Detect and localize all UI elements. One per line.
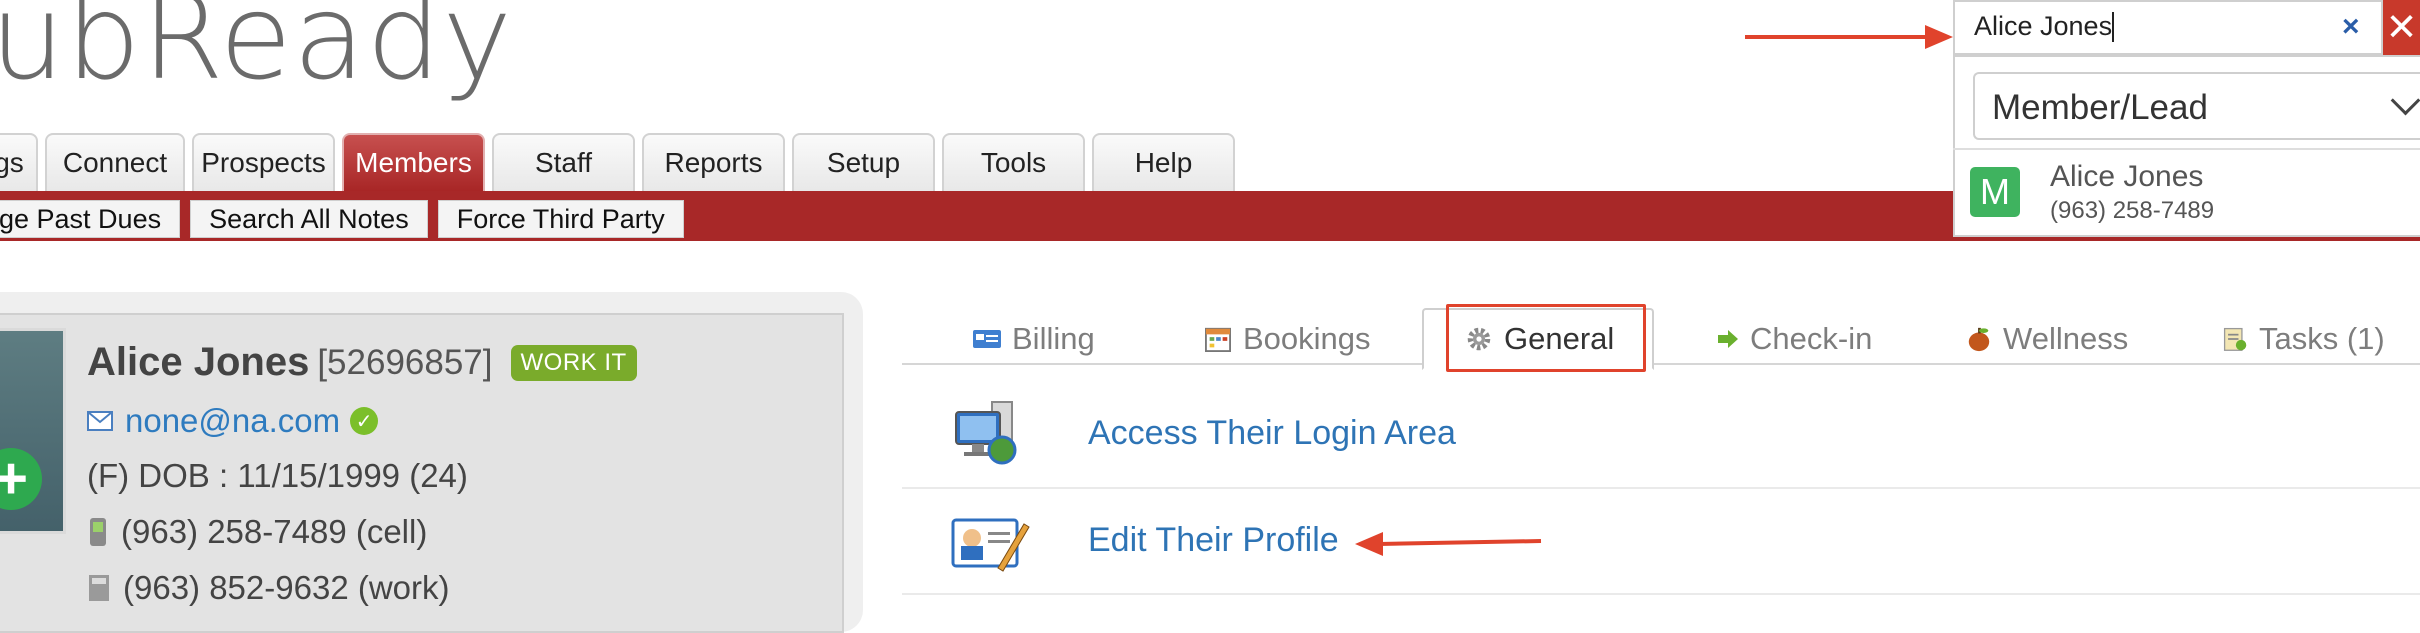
member-name: Alice Jones xyxy=(87,340,310,384)
tab-bookings-partial[interactable]: gs xyxy=(0,133,38,191)
general-tab-highlight xyxy=(1446,304,1646,372)
member-email-line: none@na.com ✓ xyxy=(87,402,379,440)
edit-profile-link[interactable]: Edit Their Profile xyxy=(1088,521,1339,560)
app-logo: ubReady xyxy=(0,0,514,106)
member-name-line: Alice Jones [52696857] WORK IT xyxy=(87,340,637,385)
text-cursor xyxy=(2112,12,2114,42)
tab-wellness-label: Wellness xyxy=(2003,321,2129,356)
member-work-line: (963) 852-9632 (work) xyxy=(87,569,450,607)
row-divider xyxy=(902,593,2420,595)
member-cell-line: (963) 258-7489 (cell) xyxy=(87,513,427,551)
row-divider xyxy=(902,487,2420,489)
access-login-area-link[interactable]: Access Their Login Area xyxy=(1088,414,1456,453)
dropdown-divider xyxy=(1953,148,2420,150)
computer-globe-icon xyxy=(955,401,1017,465)
verified-check-icon: ✓ xyxy=(350,407,379,435)
cell-phone-icon xyxy=(90,518,106,546)
member-id: [52696857] xyxy=(317,342,493,382)
edit-profile-icon xyxy=(951,518,1030,572)
sub-tab-search-all-notes[interactable]: Search All Notes xyxy=(190,200,428,238)
sub-nav: ge Past Dues Search All Notes Force Thir… xyxy=(0,200,694,238)
member-cell: (963) 258-7489 (cell) xyxy=(121,513,428,550)
annotation-arrow-edit-profile xyxy=(1355,532,1542,556)
member-work: (963) 852-9632 (work) xyxy=(123,569,450,606)
tab-check-in-label: Check-in xyxy=(1750,321,1873,356)
profile-tabs-baseline xyxy=(902,363,2420,365)
tab-bookings-label: Bookings xyxy=(1243,321,1371,356)
tab-tasks[interactable]: Tasks (1) xyxy=(2221,315,2385,363)
tab-connect[interactable]: Connect xyxy=(45,133,185,191)
member-email-link[interactable]: none@na.com xyxy=(125,402,340,440)
tab-help[interactable]: Help xyxy=(1092,133,1235,191)
membership-badge[interactable]: WORK IT xyxy=(510,344,637,381)
annotation-arrow-search xyxy=(1745,25,1953,49)
tab-setup[interactable]: Setup xyxy=(792,133,935,191)
tab-tools[interactable]: Tools xyxy=(942,133,1085,191)
tab-billing-label: Billing xyxy=(1012,321,1095,356)
clear-search-icon[interactable]: × xyxy=(2342,10,2360,44)
credit-card-icon xyxy=(973,330,1001,348)
tab-billing[interactable]: Billing xyxy=(972,315,1095,363)
work-phone-icon xyxy=(89,575,109,601)
task-list-icon xyxy=(2223,327,2247,351)
tab-check-in[interactable]: Check-in xyxy=(1716,315,1872,363)
main-nav: gs Connect Prospects Members Staff Repor… xyxy=(0,133,1242,191)
tab-reports[interactable]: Reports xyxy=(642,133,785,191)
envelope-icon xyxy=(87,411,113,431)
tab-tasks-label: Tasks (1) xyxy=(2259,321,2385,356)
sub-tab-force-third-party[interactable]: Force Third Party xyxy=(437,200,684,238)
result-member-phone: (963) 258-7489 xyxy=(2050,197,2215,224)
result-member-avatar[interactable]: M xyxy=(1970,167,2020,217)
apple-icon xyxy=(1968,327,1990,352)
search-input-value: Alice Jones xyxy=(1974,11,2113,41)
tab-wellness[interactable]: Wellness xyxy=(1965,315,2128,363)
tab-prospects[interactable]: Prospects xyxy=(192,133,335,191)
member-dob: (F) DOB : 11/15/1999 (24) xyxy=(87,457,468,494)
close-search-icon[interactable]: ✕ xyxy=(2383,0,2420,55)
calendar-icon xyxy=(1205,327,1231,352)
result-member-name[interactable]: Alice Jones xyxy=(2050,160,2203,194)
tab-staff[interactable]: Staff xyxy=(492,133,635,191)
sub-tab-manage-past-dues[interactable]: ge Past Dues xyxy=(0,200,181,238)
search-type-value: Member/Lead xyxy=(1992,88,2208,127)
tab-bookings[interactable]: Bookings xyxy=(1203,315,1371,363)
arrow-right-icon xyxy=(1718,330,1738,348)
tab-members[interactable]: Members xyxy=(342,133,485,191)
